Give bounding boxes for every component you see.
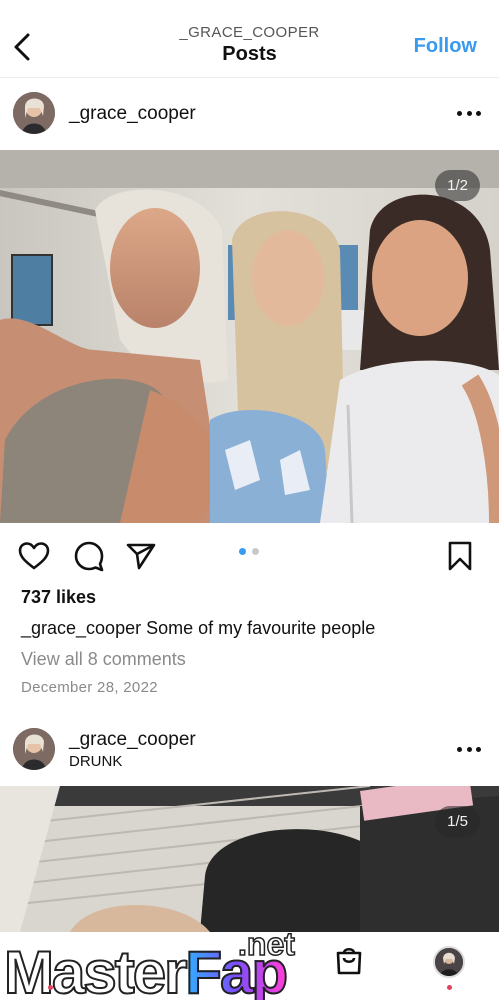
top-bar: _GRACE_COOPER Posts Follow bbox=[0, 0, 499, 78]
post-header: _grace_cooper bbox=[0, 79, 499, 149]
carousel-dot bbox=[252, 548, 259, 555]
post-date: December 28, 2022 bbox=[21, 679, 158, 696]
watermark-suffix: .net bbox=[237, 925, 295, 963]
view-comments-link[interactable]: View all 8 comments bbox=[21, 649, 186, 670]
caption-text: Some of my favourite people bbox=[146, 618, 376, 638]
image-counter: 1/5 bbox=[435, 806, 480, 837]
avatar[interactable] bbox=[13, 92, 55, 134]
bookmark-icon[interactable] bbox=[444, 540, 476, 572]
post-username[interactable]: _grace_cooper bbox=[69, 103, 196, 125]
carousel-indicator bbox=[239, 548, 259, 555]
more-icon[interactable] bbox=[457, 739, 481, 759]
share-icon[interactable] bbox=[125, 540, 157, 572]
heart-icon[interactable] bbox=[18, 540, 50, 572]
post-username[interactable]: _grace_cooper bbox=[69, 729, 196, 751]
more-icon[interactable] bbox=[457, 103, 481, 123]
image-counter: 1/2 bbox=[435, 170, 480, 201]
caption-username[interactable]: _grace_cooper bbox=[21, 618, 141, 638]
follow-button[interactable]: Follow bbox=[414, 35, 477, 58]
profile-tab-avatar[interactable] bbox=[433, 946, 465, 978]
post-image[interactable]: 1/2 bbox=[0, 150, 499, 523]
post-image[interactable]: 1/5 bbox=[0, 786, 499, 932]
like-count[interactable]: 737 likes bbox=[21, 587, 96, 608]
shop-bag-icon[interactable] bbox=[334, 944, 364, 976]
avatar[interactable] bbox=[13, 728, 55, 770]
carousel-dot-active bbox=[239, 548, 246, 555]
post-header: _grace_cooper DRUNK bbox=[0, 715, 499, 785]
notification-dot bbox=[48, 985, 53, 990]
post-location[interactable]: DRUNK bbox=[69, 753, 122, 770]
profile-notification-dot bbox=[447, 985, 452, 990]
post-caption: _grace_cooper Some of my favourite peopl… bbox=[21, 618, 375, 639]
comment-icon[interactable] bbox=[73, 540, 105, 572]
